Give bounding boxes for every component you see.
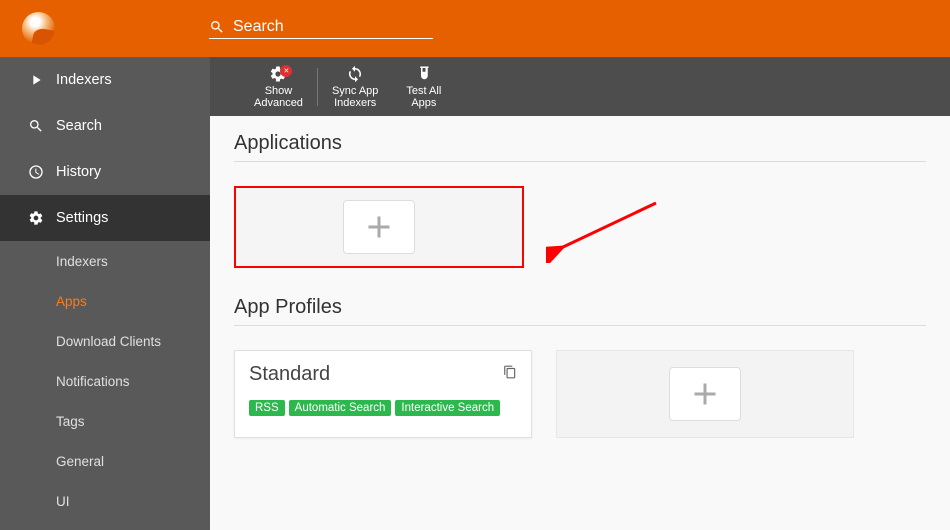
gears-icon — [28, 210, 44, 226]
show-advanced-button[interactable]: Show Advanced — [240, 57, 317, 116]
copy-icon — [503, 365, 517, 379]
subnav-label: Indexers — [56, 254, 108, 269]
app-profiles-heading: App Profiles — [234, 296, 926, 319]
page-toolbar: Show Advanced Sync App Indexers Test All… — [210, 57, 950, 116]
subnav-indexers[interactable]: Indexers — [0, 241, 210, 281]
clone-profile-button[interactable] — [503, 365, 517, 384]
search-icon — [209, 19, 225, 35]
sync-icon — [346, 65, 364, 83]
badge-interactive-search: Interactive Search — [395, 400, 500, 416]
play-icon — [28, 72, 44, 88]
add-app-profile-card[interactable] — [556, 350, 854, 438]
subnav-apps[interactable]: Apps — [0, 281, 210, 321]
profile-name: Standard — [249, 363, 517, 386]
subnav-label: Apps — [56, 294, 87, 309]
tool-label-line2: Indexers — [334, 97, 376, 109]
badge-rss: RSS — [249, 400, 285, 416]
profile-badges: RSS Automatic Search Interactive Search — [249, 400, 517, 416]
sync-app-indexers-button[interactable]: Sync App Indexers — [318, 57, 392, 116]
section-divider — [234, 325, 926, 326]
search-field[interactable] — [209, 18, 433, 39]
sidebar: Indexers Search History Settings Indexer… — [0, 57, 210, 530]
tool-label-line1: Sync App — [332, 85, 378, 97]
subnav-label: UI — [56, 494, 70, 509]
search-input[interactable] — [233, 18, 413, 36]
nav-settings[interactable]: Settings — [0, 195, 210, 241]
plus-icon — [361, 209, 397, 245]
subnav-notifications[interactable]: Notifications — [0, 361, 210, 401]
badge-automatic-search: Automatic Search — [289, 400, 392, 416]
test-all-apps-button[interactable]: Test All Apps — [392, 57, 455, 116]
subnav-label: Tags — [56, 414, 85, 429]
clock-icon — [28, 164, 44, 180]
top-bar — [0, 0, 950, 57]
search-icon — [28, 118, 44, 134]
tool-label-line2: Advanced — [254, 97, 303, 109]
app-logo — [22, 12, 55, 45]
add-application-button[interactable] — [343, 200, 415, 254]
disabled-badge-icon — [280, 65, 292, 77]
add-app-profile-button[interactable] — [669, 367, 741, 421]
tool-label-line1: Test All — [406, 85, 441, 97]
subnav-label: General — [56, 454, 104, 469]
add-application-card[interactable] — [234, 186, 524, 268]
nav-search[interactable]: Search — [0, 103, 210, 149]
nav-label: History — [56, 164, 101, 180]
test-tube-icon — [415, 65, 433, 83]
subnav-tags[interactable]: Tags — [0, 401, 210, 441]
plus-icon — [687, 376, 723, 412]
subnav-label: Download Clients — [56, 334, 161, 349]
nav-label: Settings — [56, 210, 108, 226]
subnav-general[interactable]: General — [0, 441, 210, 481]
tool-label-line2: Apps — [411, 97, 436, 109]
tool-label-line1: Show — [265, 85, 293, 97]
subnav-download-clients[interactable]: Download Clients — [0, 321, 210, 361]
app-profile-card[interactable]: Standard RSS Automatic Search Interactiv… — [234, 350, 532, 438]
nav-indexers[interactable]: Indexers — [0, 57, 210, 103]
subnav-label: Notifications — [56, 374, 130, 389]
applications-heading: Applications — [234, 132, 926, 155]
section-divider — [234, 161, 926, 162]
nav-history[interactable]: History — [0, 149, 210, 195]
nav-label: Search — [56, 118, 102, 134]
subnav-ui[interactable]: UI — [0, 481, 210, 521]
nav-label: Indexers — [56, 72, 112, 88]
